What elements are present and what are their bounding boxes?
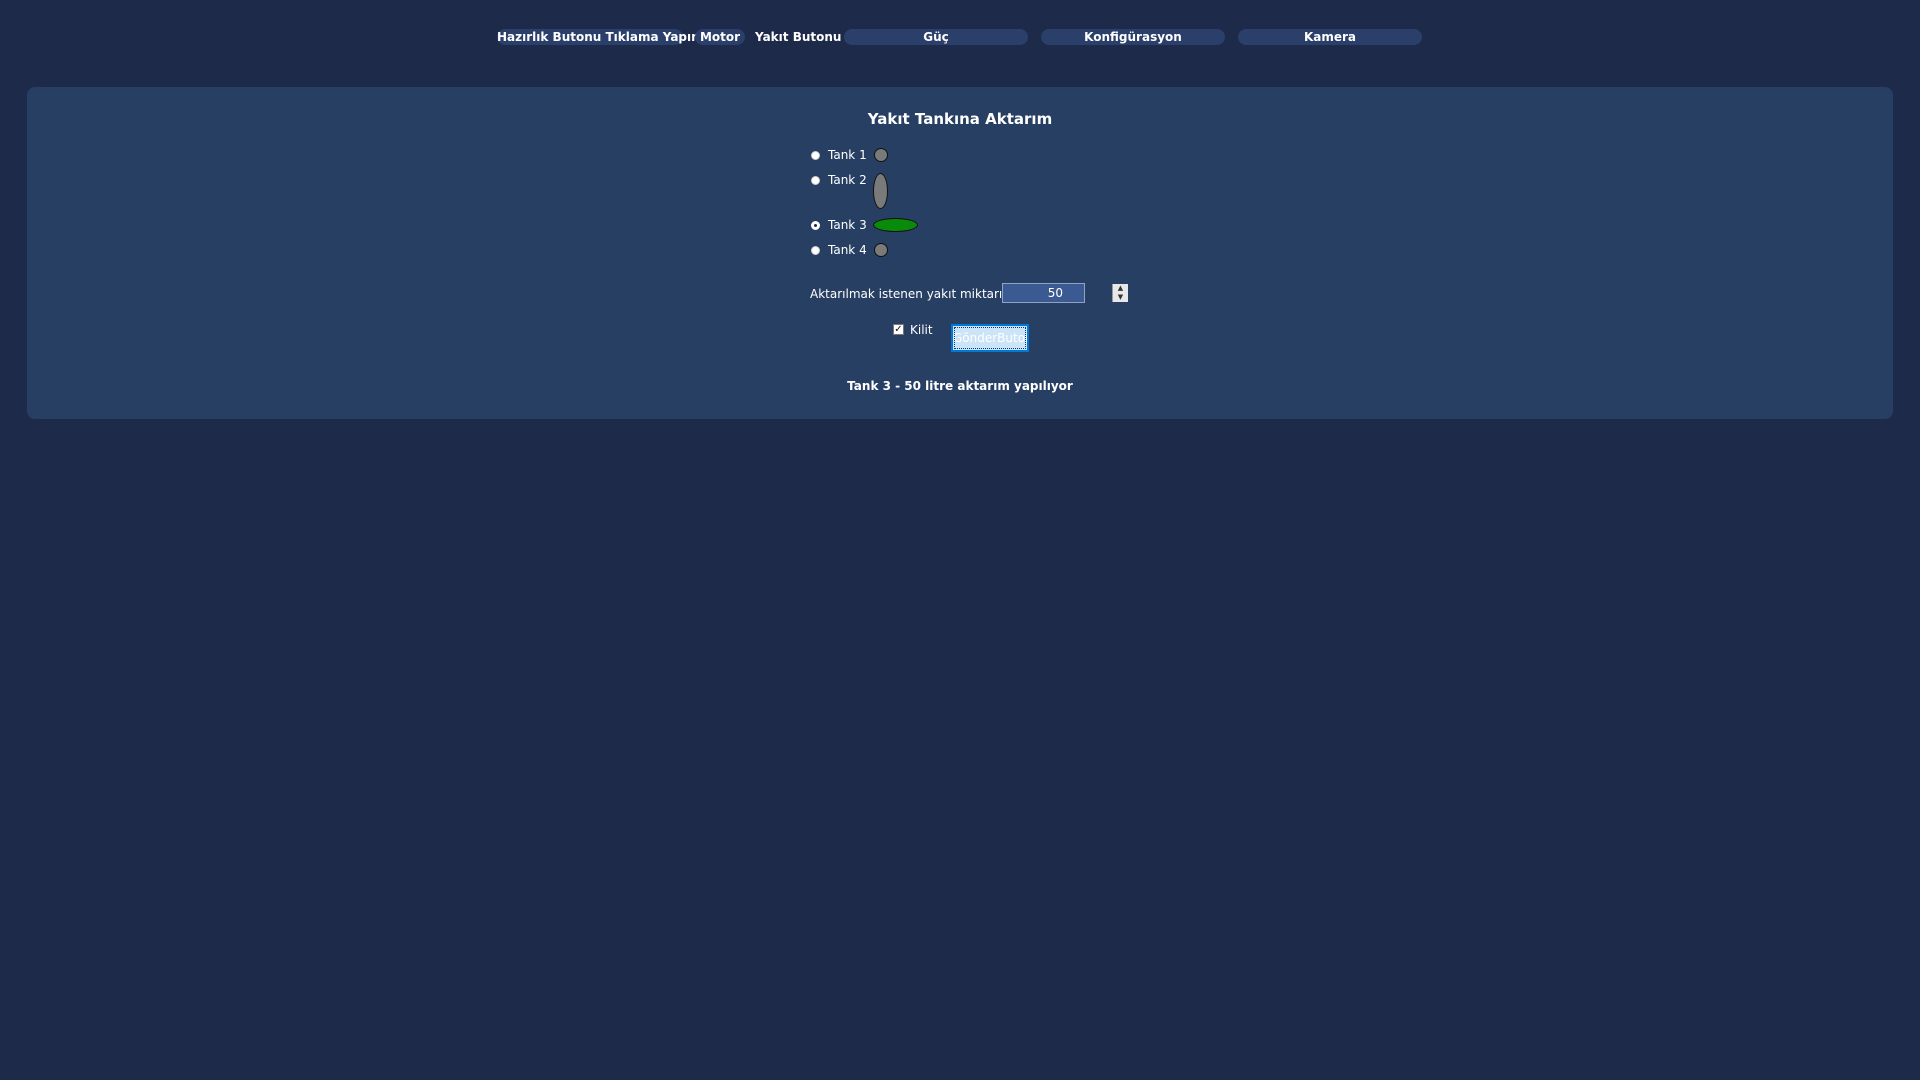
tank-2-radio[interactable] [811,175,820,185]
panel-title: Yakıt Tankına Aktarım [867,110,1053,128]
decrement-icon[interactable]: ▼ [1113,293,1128,302]
nav-button-yakit[interactable]: Yakıt Butonu [755,29,841,45]
tank-4-indicator [874,243,888,257]
tank-1-label: Tank 1 [828,148,867,162]
transfer-status: Tank 3 - 50 litre aktarım yapılıyor [847,379,1073,393]
fuel-amount-label: Aktarılmak istenen yakıt miktarı(lt): [810,287,1024,301]
tank-3-indicator [873,218,918,232]
tank-2-indicator [873,173,888,209]
send-button[interactable]: GönderButonu [951,324,1029,352]
fuel-amount-input[interactable]: 50 [1002,283,1085,303]
tank-option-3[interactable]: Tank 3 [811,215,867,235]
tank-option-4[interactable]: Tank 4 [811,240,867,260]
tank-1-radio[interactable] [811,150,820,160]
tank-3-label: Tank 3 [828,218,867,232]
nav-button-guc[interactable]: Güç [844,29,1028,45]
top-navigation: Hazırlık Butonu Tıklama Yapınız Motor Ya… [0,29,1920,45]
tank-4-label: Tank 4 [828,243,867,257]
nav-button-motor[interactable]: Motor [695,29,745,45]
lock-checkbox[interactable]: ✓ [893,324,904,335]
tank-option-1[interactable]: Tank 1 [811,145,867,165]
tank-3-radio[interactable] [811,220,820,230]
nav-button-hazirlik[interactable]: Hazırlık Butonu Tıklama Yapınız [497,29,711,45]
lock-label: Kilit [910,323,933,337]
tank-2-label: Tank 2 [828,173,867,187]
nav-button-kamera[interactable]: Kamera [1238,29,1422,45]
nav-button-konfigurasyon[interactable]: Konfigürasyon [1041,29,1225,45]
tank-option-2[interactable]: Tank 2 [811,170,867,190]
fuel-amount-spinner: ▲ ▼ [1112,284,1128,302]
tank-1-indicator [874,148,888,162]
fuel-transfer-panel: Yakıt Tankına Aktarım Tank 1 Tank 2 Tank… [27,87,1893,419]
increment-icon[interactable]: ▲ [1113,284,1128,293]
tank-4-radio[interactable] [811,245,820,255]
